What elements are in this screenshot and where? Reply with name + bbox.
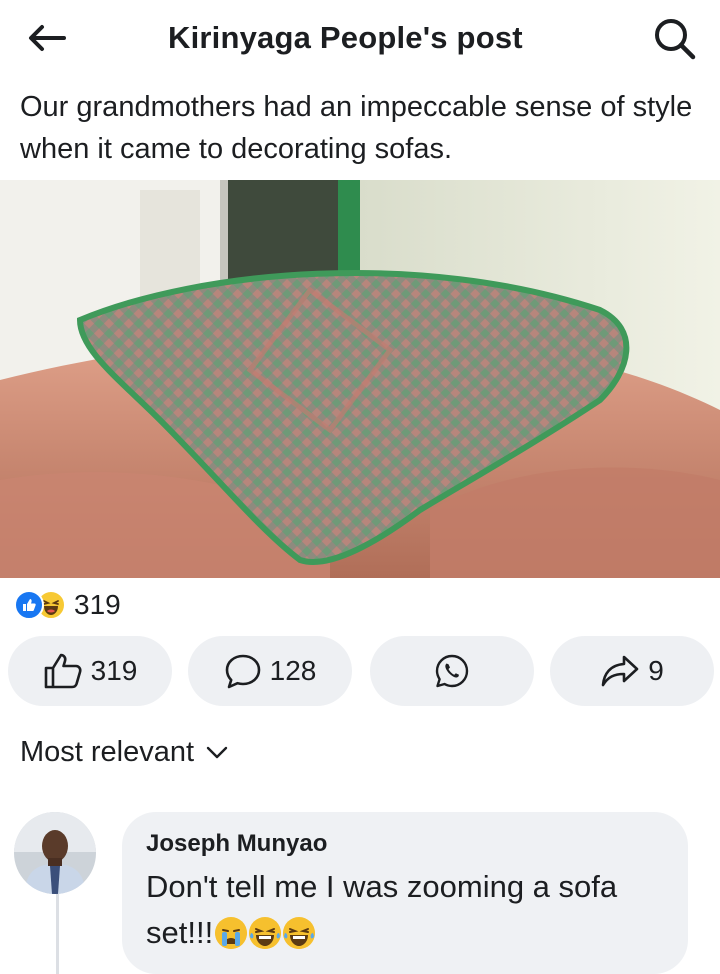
whatsapp-icon [435, 654, 469, 688]
comment-text: Don't tell me I was zooming a sofa set!!… [146, 864, 664, 956]
crying-face-emoji [215, 917, 248, 949]
thread-line [56, 892, 59, 974]
laughing-tears-emoji [249, 917, 282, 949]
post-actions: 319 128 9 [0, 636, 720, 706]
avatar[interactable] [14, 812, 96, 894]
laughing-tears-emoji [283, 917, 316, 949]
back-button[interactable] [22, 18, 70, 58]
top-bar: Kirinyaga People's post [0, 0, 720, 80]
arrow-left-icon [29, 25, 66, 51]
like-button[interactable]: 319 [8, 636, 172, 706]
share-icon [601, 655, 639, 687]
share-count: 9 [648, 655, 664, 686]
search-icon [655, 19, 696, 60]
share-button[interactable]: 9 [550, 636, 714, 706]
like-count: 319 [90, 655, 138, 686]
search-button[interactable] [650, 14, 700, 64]
post-photo[interactable] [0, 180, 720, 578]
post-text: Our grandmothers had an impeccable sense… [20, 91, 693, 165]
reaction-summary[interactable]: 319 [14, 588, 121, 622]
page-title: Kirinyaga People's post [168, 20, 523, 55]
comment-icon [225, 654, 260, 689]
comment-author[interactable]: Joseph Munyao [146, 830, 664, 858]
sort-label: Most relevant [20, 736, 195, 768]
comment-sort-dropdown[interactable]: Most relevant [20, 736, 228, 769]
comment-count: 128 [269, 655, 317, 686]
comment-button[interactable]: 128 [188, 636, 352, 706]
reaction-count: 319 [74, 589, 121, 620]
like-reaction-icon [14, 590, 44, 620]
comment-bubble[interactable]: Joseph Munyao Don't tell me I was zoomin… [122, 812, 688, 974]
thumbs-up-icon [44, 653, 82, 689]
chevron-down-icon [206, 746, 228, 758]
whatsapp-share-button[interactable] [370, 636, 534, 706]
